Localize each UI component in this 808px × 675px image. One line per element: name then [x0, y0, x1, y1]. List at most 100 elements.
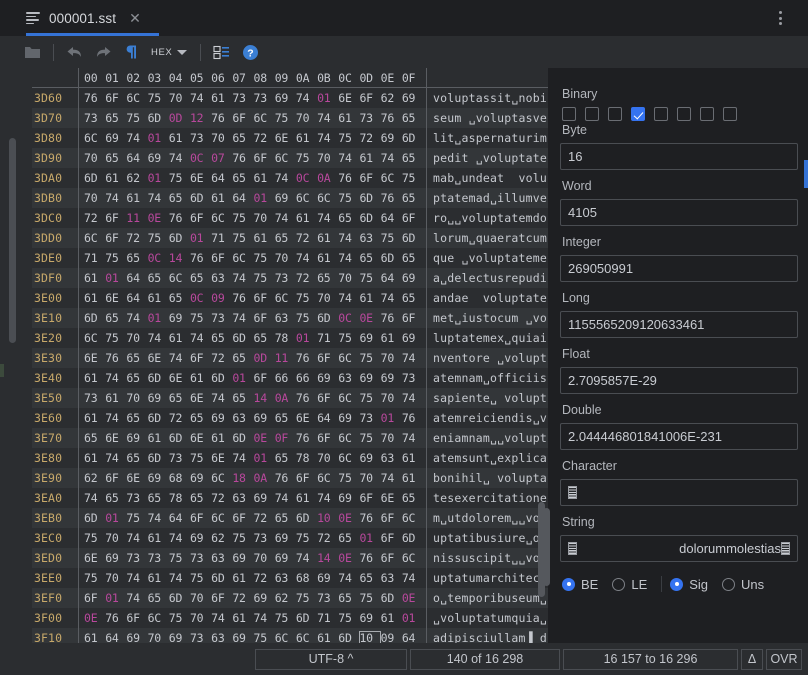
hex-byte[interactable]: 6C — [338, 431, 359, 445]
hex-byte[interactable]: 01 — [148, 311, 169, 325]
hex-byte[interactable]: 6E — [169, 371, 190, 385]
hex-byte[interactable]: 70 — [381, 391, 402, 405]
hex-byte[interactable]: 61 — [84, 451, 105, 465]
ascii-text[interactable]: uptatumarchitect — [427, 571, 547, 585]
hex-byte[interactable]: 6F — [254, 311, 275, 325]
hex-byte[interactable]: 63 — [211, 631, 232, 643]
hex-byte[interactable]: 6D — [402, 531, 423, 545]
hex-byte[interactable]: 0C — [296, 171, 317, 185]
hex-byte[interactable]: 09 — [381, 631, 402, 643]
hex-byte[interactable]: 74 — [275, 171, 296, 185]
hex-byte[interactable]: 65 — [402, 111, 423, 125]
hex-byte[interactable]: 75 — [338, 611, 359, 625]
hex-byte[interactable]: 0A — [317, 171, 338, 185]
endian-le-radio[interactable]: LE — [612, 577, 647, 592]
hex-byte[interactable]: 74 — [105, 371, 126, 385]
hex-byte[interactable]: 70 — [84, 191, 105, 205]
hex-byte[interactable]: 6C — [275, 291, 296, 305]
hex-byte[interactable]: 75 — [254, 271, 275, 285]
hex-byte[interactable]: 6F — [254, 151, 275, 165]
hex-byte[interactable]: 6E — [105, 291, 126, 305]
hex-byte[interactable]: 70 — [254, 551, 275, 565]
hex-byte[interactable]: 75 — [296, 311, 317, 325]
hex-byte[interactable]: 65 — [126, 451, 147, 465]
hex-byte[interactable]: 6D — [296, 511, 317, 525]
sign-uns-radio[interactable]: Uns — [722, 577, 764, 592]
hex-byte[interactable]: 74 — [296, 251, 317, 265]
hex-byte[interactable]: 69 — [317, 571, 338, 585]
help-button[interactable]: ? — [236, 39, 264, 65]
hex-byte[interactable]: 74 — [338, 571, 359, 585]
hex-byte[interactable]: 65 — [338, 531, 359, 545]
hex-vertical-scrollbar-left[interactable] — [9, 138, 16, 343]
hex-byte[interactable]: 65 — [338, 211, 359, 225]
hex-byte[interactable]: 76 — [381, 311, 402, 325]
more-vertical-icon[interactable] — [772, 9, 788, 27]
hex-byte[interactable]: 6E — [148, 351, 169, 365]
hex-byte[interactable]: 74 — [126, 531, 147, 545]
hex-byte[interactable]: 6C — [338, 451, 359, 465]
hex-byte[interactable]: 6E — [190, 431, 211, 445]
hex-byte[interactable]: 01 — [402, 611, 423, 625]
hex-byte[interactable]: 61 — [190, 371, 211, 385]
hex-byte[interactable]: 72 — [254, 571, 275, 585]
hex-byte[interactable]: 75 — [296, 291, 317, 305]
hex-byte[interactable]: 6F — [402, 211, 423, 225]
hex-row[interactable]: 3F10 61 64 69 70 69 73 63 69 75 6C 6C 61 6D 10 09 64 adip… — [32, 628, 548, 643]
hex-byte[interactable]: 76 — [381, 111, 402, 125]
ascii-text[interactable]: atemnam␣officiis — [427, 371, 547, 385]
hex-byte[interactable]: 6F — [105, 211, 126, 225]
hex-byte[interactable]: 6C — [84, 131, 105, 145]
hex-byte[interactable]: 6D — [317, 311, 338, 325]
hex-byte[interactable]: 74 — [190, 91, 211, 105]
hex-byte[interactable]: 6C — [169, 271, 190, 285]
binary-bit-2[interactable] — [608, 107, 622, 121]
radio-dot-be[interactable] — [562, 577, 575, 591]
hex-byte[interactable]: 01 — [381, 411, 402, 425]
hex-byte[interactable]: 75 — [169, 611, 190, 625]
hex-byte[interactable]: 6F — [402, 311, 423, 325]
hex-byte[interactable]: 61 — [381, 611, 402, 625]
hex-row[interactable]: 3E40 61 74 65 6D 6E 61 6D 01 6F 66 66 69 63 69 69 73 atem… — [32, 368, 548, 388]
hex-byte[interactable]: 01 — [232, 371, 253, 385]
hex-byte[interactable]: 76 — [296, 351, 317, 365]
hex-byte[interactable]: 65 — [232, 391, 253, 405]
hex-byte[interactable]: 6E — [338, 91, 359, 105]
hex-byte[interactable]: 69 — [275, 91, 296, 105]
hex-byte[interactable]: 70 — [381, 351, 402, 365]
hex-byte[interactable]: 61 — [105, 391, 126, 405]
hex-byte[interactable]: 75 — [296, 531, 317, 545]
hex-byte[interactable]: 69 — [275, 531, 296, 545]
hex-byte[interactable]: 78 — [275, 331, 296, 345]
ascii-text[interactable]: atemsunt␣explica — [427, 451, 547, 465]
hex-byte[interactable]: 6C — [296, 191, 317, 205]
hex-byte[interactable]: 61 — [254, 231, 275, 245]
hex-byte[interactable]: 74 — [402, 391, 423, 405]
hex-byte[interactable]: 6D — [296, 611, 317, 625]
hex-byte[interactable]: 6D — [148, 411, 169, 425]
hex-byte[interactable]: 61 — [169, 331, 190, 345]
hex-byte[interactable]: 70 — [126, 331, 147, 345]
hex-byte[interactable]: 73 — [317, 591, 338, 605]
hex-byte[interactable]: 75 — [381, 231, 402, 245]
hex-byte[interactable]: 75 — [84, 531, 105, 545]
hex-byte[interactable]: 65 — [338, 591, 359, 605]
hex-byte[interactable]: 61 — [381, 331, 402, 345]
hex-byte[interactable]: 63 — [275, 311, 296, 325]
hex-byte[interactable]: 01 — [254, 451, 275, 465]
hex-byte[interactable]: 6C — [84, 231, 105, 245]
hex-byte[interactable]: 65 — [169, 191, 190, 205]
hamburger-icon[interactable] — [26, 12, 40, 24]
ascii-text[interactable]: ptatemad␣illumve — [427, 191, 547, 205]
hex-byte[interactable]: 6E — [296, 411, 317, 425]
hex-byte[interactable]: 72 — [296, 231, 317, 245]
hex-byte[interactable]: 76 — [402, 411, 423, 425]
hex-byte[interactable]: 74 — [232, 271, 253, 285]
hex-byte[interactable]: 75 — [84, 571, 105, 585]
hex-byte[interactable]: 61 — [296, 491, 317, 505]
hex-byte[interactable]: 10 — [359, 631, 381, 643]
hex-row[interactable]: 3EA0 74 65 73 65 78 65 72 63 69 74 61 74 69 6F 6E 65 tese… — [32, 488, 548, 508]
hex-byte[interactable]: 74 — [317, 131, 338, 145]
hex-byte[interactable]: 70 — [190, 591, 211, 605]
hex-byte[interactable]: 61 — [211, 431, 232, 445]
